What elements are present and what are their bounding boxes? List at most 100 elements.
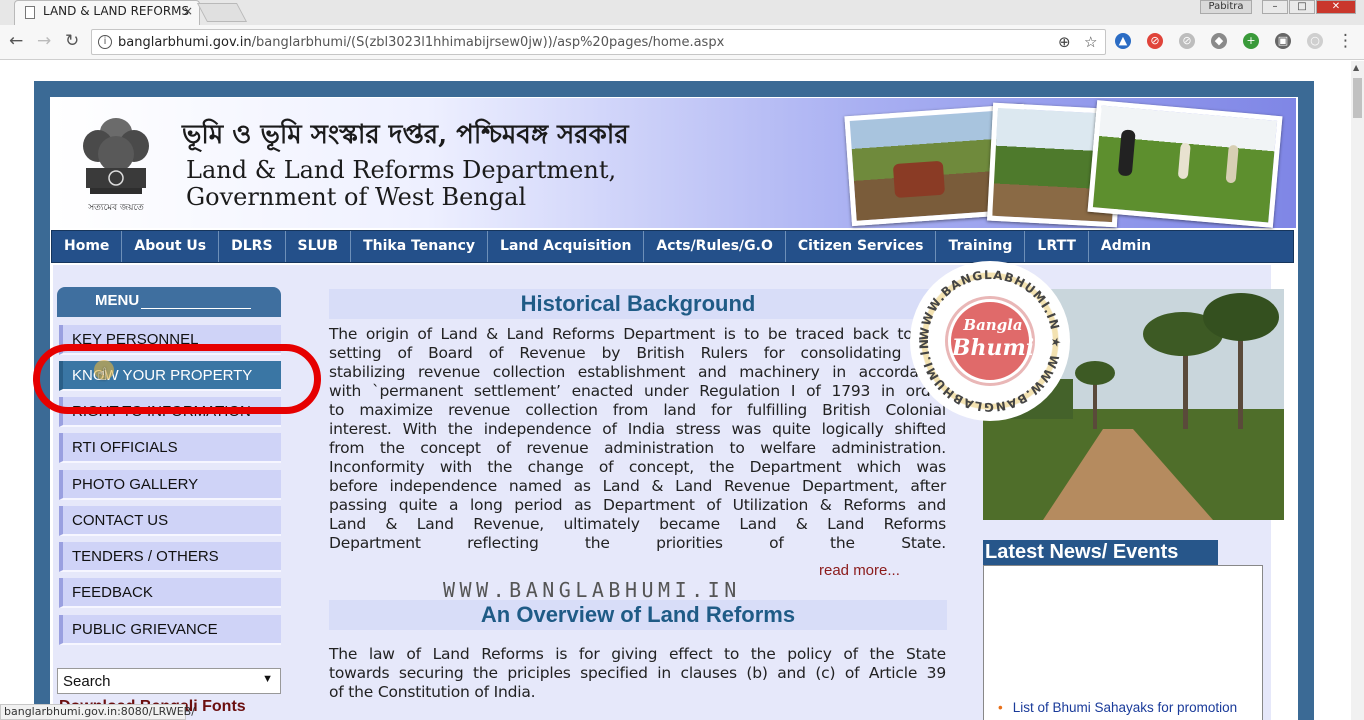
maximize-icon[interactable]: □: [1289, 0, 1315, 14]
watermark-text: WWW.BANGLABHUMI.IN: [443, 578, 741, 602]
history-line: with `permanent settlement’ enacted unde…: [329, 382, 946, 400]
person-shape: [1177, 142, 1191, 180]
scrollbar-thumb[interactable]: [1353, 78, 1362, 118]
extension-circle-icon[interactable]: ○: [1307, 33, 1323, 49]
page-favicon-icon: [25, 6, 35, 19]
zoom-icon[interactable]: ⊕: [1058, 33, 1071, 51]
nav-slub[interactable]: SLUB: [286, 231, 352, 262]
nav-lrtt[interactable]: LRTT: [1025, 231, 1089, 262]
history-line: stabilizing revenue collection establish…: [329, 363, 946, 381]
main-nav: Home About Us DLRS SLUB Thika Tenancy La…: [51, 230, 1294, 263]
bookmark-star-icon[interactable]: ☆: [1084, 33, 1097, 51]
news-item[interactable]: • List of Bhumi Sahayaks for promotion: [998, 700, 1237, 715]
status-bar: banglarbhumi.gov.in:8080/LRWEB/: [0, 704, 195, 720]
url-path: /banglarbhumi/(S(zbl3023l1hhimabijrsew0j…: [251, 35, 725, 50]
header-title-bengali: ভূমি ও ভূমি সংস্কার দপ্তর, পশ্চিমবঙ্গ সর…: [182, 120, 629, 150]
history-line: before independence named as Land & Land…: [329, 477, 946, 495]
history-line: The origin of Land & Land Reforms Depart…: [329, 325, 946, 343]
nav-about-us[interactable]: About Us: [122, 231, 220, 262]
banglabhumi-stamp: WWW.BANGLABHUMI.IN ★ WWW.BANGLABHUMI.IN …: [910, 261, 1070, 421]
stamp-line1: Bangla: [963, 316, 1023, 334]
overview-line: The law of Land Reforms is for giving ef…: [329, 645, 946, 663]
profile-badge[interactable]: Pabitra: [1200, 0, 1252, 14]
new-tab-button[interactable]: [196, 3, 248, 22]
bullet-icon: •: [998, 700, 1003, 715]
history-line: Land & Land Revenue, ultimately became L…: [329, 515, 946, 533]
tab-title: LAND & LAND REFORMS: [43, 4, 190, 18]
nav-training[interactable]: Training: [936, 231, 1026, 262]
menu-item-photo-gallery[interactable]: PHOTO GALLERY: [59, 470, 281, 500]
history-line: interest. With the independence of India…: [329, 420, 946, 438]
overview-line: towards securing the priciples specified…: [329, 664, 946, 682]
extension-lock-icon[interactable]: ▣: [1275, 33, 1291, 49]
chrome-menu-icon[interactable]: ⋮: [1337, 31, 1354, 51]
page-scrollbar[interactable]: [1351, 61, 1364, 720]
overview-line: of the Constitution of India.: [329, 683, 536, 701]
nav-acts-rules[interactable]: Acts/Rules/G.O: [644, 231, 786, 262]
stamp-center: Bangla Bhumi: [948, 299, 1035, 383]
tractor-shape: [892, 160, 946, 199]
forward-arrow-icon[interactable]: →: [37, 31, 51, 51]
news-item-label: List of Bhumi Sahayaks for promotion: [1012, 700, 1238, 715]
person-shape: [1225, 144, 1239, 184]
reload-icon[interactable]: ↻: [65, 31, 79, 51]
browser-toolbar: ← → ↻ i banglarbhumi.gov.in/banglarbhumi…: [0, 25, 1364, 60]
extension-user-icon[interactable]: ▲: [1115, 33, 1131, 49]
history-paragraph: The origin of Land & Land Reforms Depart…: [329, 325, 946, 553]
url-host: banglarbhumi.gov.in: [118, 35, 252, 50]
news-box: • List of Bhumi Sahayaks for promotion: [983, 565, 1263, 720]
history-line: Inconformity with the change of concept,…: [329, 458, 946, 476]
stamp-line2: Bhumi: [951, 335, 1035, 361]
scroll-up-icon[interactable]: ▲: [1353, 63, 1359, 72]
menu-heading: MENU: [57, 287, 281, 317]
header-title-line2: Government of West Bengal: [186, 183, 527, 211]
history-line: setting of Board of Revenue by British R…: [329, 344, 946, 362]
header-title-line1: Land & Land Reforms Department,: [186, 156, 617, 184]
browser-tab-strip: LAND & LAND REFORMS × Pabitra – □ ✕: [0, 0, 1364, 25]
browser-tab[interactable]: LAND & LAND REFORMS ×: [14, 0, 200, 25]
menu-item-rti-officials[interactable]: RTI OFFICIALS: [59, 433, 281, 463]
history-line: from the concept of revenue administrati…: [329, 439, 946, 457]
nav-thika-tenancy[interactable]: Thika Tenancy: [351, 231, 489, 262]
menu-heading-label: MENU: [95, 292, 140, 309]
overview-paragraph: The law of Land Reforms is for giving ef…: [329, 645, 946, 702]
nav-land-acquisition[interactable]: Land Acquisition: [488, 231, 645, 262]
person-shape: [1117, 129, 1136, 177]
page-container: সত্যমেব জয়তে ভূমি ও ভূমি সংস্কার দপ্তর,…: [33, 97, 1298, 720]
nav-citizen-services[interactable]: Citizen Services: [786, 231, 937, 262]
search-select[interactable]: Search ▼: [57, 668, 281, 694]
read-more-link[interactable]: read more...: [819, 562, 900, 579]
menu-item-feedback[interactable]: FEEDBACK: [59, 578, 281, 608]
site-info-icon[interactable]: i: [98, 35, 112, 49]
nav-admin[interactable]: Admin: [1089, 231, 1163, 262]
extension-plus-icon[interactable]: +: [1243, 33, 1259, 49]
window-close-icon[interactable]: ✕: [1316, 0, 1356, 14]
page-frame: সত্যমেব জয়তে ভূমি ও ভূমি সংস্কার দপ্তর,…: [33, 81, 1314, 720]
menu-item-contact-us[interactable]: CONTACT US: [59, 506, 281, 536]
header-banner: সত্যমেব জয়তে ভূমি ও ভূমি সংস্কার দপ্তর,…: [52, 98, 1296, 228]
extension-disabled-icon[interactable]: ⊘: [1179, 33, 1195, 49]
history-line: Department reflecting the priorities of …: [329, 534, 946, 552]
highlight-ring: [33, 344, 321, 414]
search-select-value: Search: [63, 673, 111, 690]
address-bar[interactable]: i banglarbhumi.gov.in/banglarbhumi/(S(zb…: [91, 29, 1106, 55]
page-viewport: সত্যমেব জয়তে ভূমি ও ভূমি সংস্কার দপ্তর,…: [0, 61, 1351, 720]
extension-block-icon[interactable]: ⊘: [1147, 33, 1163, 49]
emblem-motto: সত্যমেব জয়তে: [87, 203, 144, 213]
header-photo-farmers: [1087, 100, 1283, 228]
history-line: passing quite a long period as Departmen…: [329, 496, 946, 514]
history-line: to maximize revenue collection from land…: [329, 401, 946, 419]
ashoka-emblem-icon: সত্যমেব জয়তে: [83, 118, 149, 213]
section-title-history: Historical Background: [329, 289, 947, 319]
minimize-icon[interactable]: –: [1262, 0, 1288, 14]
dropdown-arrow-icon: ▼: [262, 673, 273, 685]
news-heading: Latest News/ Events: [983, 540, 1218, 565]
content-area: MENU KEY PERSONNEL KNOW YOUR PROPERTY RI…: [33, 261, 1284, 720]
tab-close-icon[interactable]: ×: [183, 4, 193, 18]
back-arrow-icon[interactable]: ←: [9, 31, 23, 51]
nav-dlrs[interactable]: DLRS: [219, 231, 286, 262]
nav-home[interactable]: Home: [52, 231, 123, 262]
menu-item-tenders[interactable]: TENDERS / OTHERS: [59, 542, 281, 572]
extension-cube-icon[interactable]: ◆: [1211, 33, 1227, 49]
menu-item-public-grievance[interactable]: PUBLIC GRIEVANCE: [59, 615, 281, 645]
